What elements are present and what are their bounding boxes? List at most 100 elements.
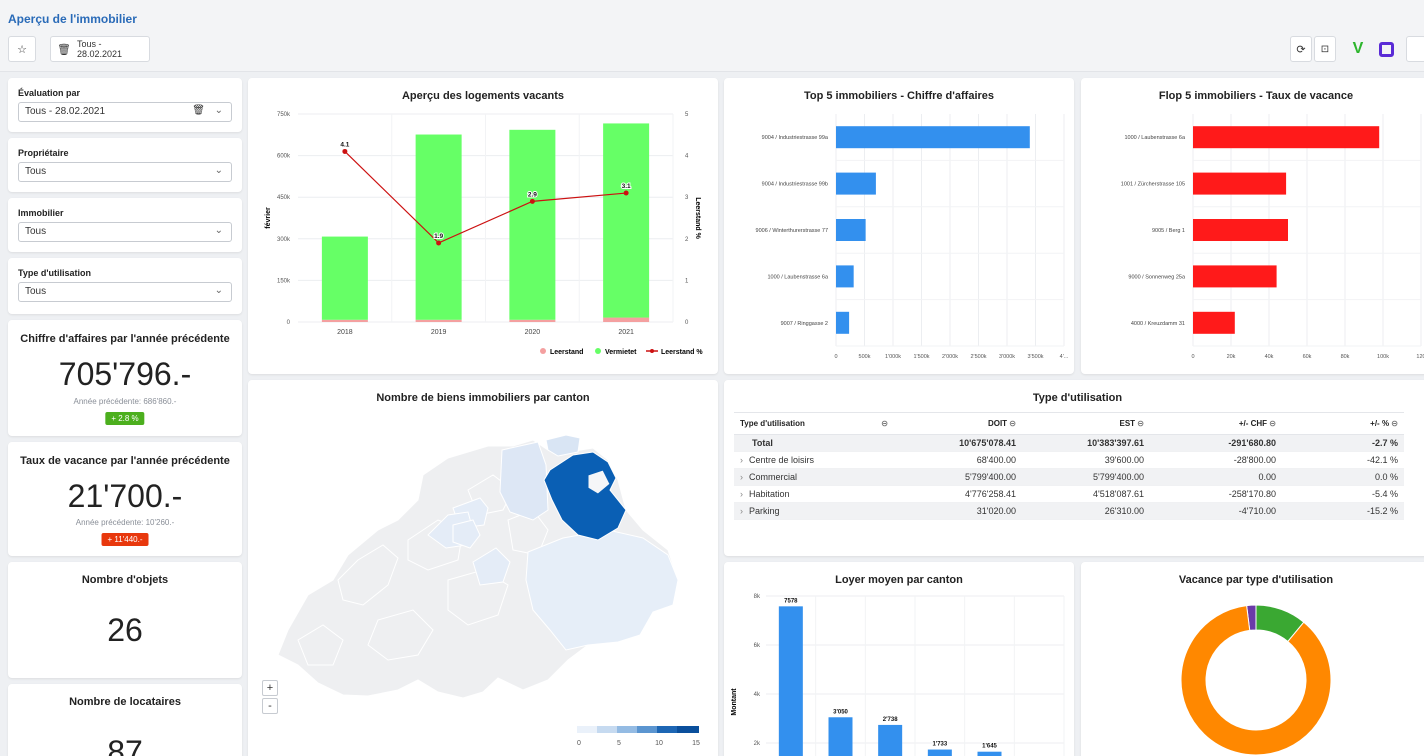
bar[interactable]: [927, 749, 952, 756]
kpi-value: 87: [107, 734, 143, 756]
line-point[interactable]: [342, 148, 348, 154]
evaluation-select[interactable]: Tous - 28.02.2021 🗑 ⌄: [18, 102, 232, 122]
bar-vermietet[interactable]: [509, 129, 556, 320]
trash-icon[interactable]: 🗑: [192, 105, 205, 116]
chart-view-button[interactable]: ⊡: [1314, 36, 1336, 62]
line-point[interactable]: [623, 190, 629, 196]
column-menu-icon[interactable]: ⊝: [1009, 419, 1016, 428]
bar-leerstand[interactable]: [603, 317, 650, 322]
bar[interactable]: [1193, 219, 1288, 241]
line-point[interactable]: [529, 198, 535, 204]
usage-type-select[interactable]: Tous ⌄: [18, 282, 232, 302]
bar-vermietet[interactable]: [603, 123, 650, 318]
legend-swatch-vermietet: [595, 348, 601, 354]
column-header-doit[interactable]: DOIT ⊝: [894, 412, 1022, 435]
switzerland-map[interactable]: 0 5 10 15: [248, 380, 718, 756]
cell-type: › Habitation: [734, 485, 894, 503]
column-menu-icon[interactable]: ⊝: [881, 419, 888, 428]
chevron-right-icon[interactable]: ›: [740, 489, 743, 499]
legend[interactable]: Leerstand Vermietet Leerstand %: [540, 348, 703, 356]
table-row[interactable]: › Parking 31'020.00 26'310.00 -4'710.00 -…: [734, 502, 1404, 520]
cell-doit: 68'400.00: [894, 451, 1022, 469]
bar[interactable]: [977, 751, 1002, 756]
zoom-out-button[interactable]: -: [262, 698, 278, 714]
scale-step: [677, 726, 699, 733]
bar[interactable]: [836, 172, 876, 195]
column-header-pct[interactable]: +/- % ⊝: [1282, 412, 1404, 435]
cell-est: 26'310.00: [1022, 502, 1150, 520]
owner-select[interactable]: Tous ⌄: [18, 162, 232, 182]
vacancy-overview-card: Aperçu des logements vacants 4.1 1.9 2.9 3.…: [248, 78, 718, 374]
bar[interactable]: [836, 219, 866, 241]
scale-step: [657, 726, 677, 733]
y-category-label: 1001 / Zürcherstrasse 105: [1121, 182, 1185, 188]
data-label: 4.1: [340, 141, 349, 148]
page-title: Aperçu de l'immobilier: [8, 12, 137, 26]
line-point[interactable]: [436, 240, 442, 246]
bar[interactable]: [836, 265, 854, 288]
bar[interactable]: [1193, 265, 1277, 288]
column-header-label: +/- CHF: [1238, 419, 1268, 428]
cell-est: 5'799'400.00: [1022, 468, 1150, 486]
bar-vermietet[interactable]: [321, 236, 368, 320]
bar-leerstand[interactable]: [415, 319, 462, 322]
favorite-button[interactable]: ☆: [8, 36, 36, 62]
vendor-square-button[interactable]: [1374, 36, 1398, 62]
kpi-vacancy-card: Taux de vacance par l'année précédente 2…: [8, 442, 242, 556]
y-category-label: 9000 / Sonnenweg 25a: [1128, 274, 1186, 280]
data-label: 2'738: [883, 717, 898, 723]
chevron-right-icon[interactable]: ›: [740, 472, 743, 482]
refresh-button[interactable]: ⟳: [1290, 36, 1312, 62]
table-row[interactable]: › Commercial 5'799'400.00 5'799'400.00 0.…: [734, 468, 1404, 486]
vendor-v-button[interactable]: V: [1346, 36, 1370, 62]
bar[interactable]: [828, 717, 853, 756]
zoom-in-button[interactable]: +: [262, 680, 278, 696]
property-select[interactable]: Tous ⌄: [18, 222, 232, 242]
period-button[interactable]: 🗑 Tous - 28.02.2021: [50, 36, 150, 62]
y-category-label: 9006 / Winterthurerstrasse 77: [756, 228, 828, 234]
y-tick-label: 6k: [754, 643, 761, 649]
column-menu-icon[interactable]: ⊝: [1137, 419, 1144, 428]
row-label: Commercial: [749, 472, 798, 482]
scale-step: [597, 726, 617, 733]
column-menu-icon[interactable]: ⊝: [1391, 419, 1398, 428]
table-row[interactable]: › Centre de loisirs 68'400.00 39'600.00 -…: [734, 451, 1404, 469]
bar-leerstand[interactable]: [509, 319, 556, 322]
bar[interactable]: [878, 724, 903, 756]
more-button[interactable]: [1406, 36, 1424, 62]
cell-est: 4'518'087.61: [1022, 485, 1150, 503]
vacancy-usage-card: Vacance par type d'utilisation: [1081, 562, 1424, 756]
flop5-card: Flop 5 immobiliers - Taux de vacance 0 20…: [1081, 78, 1424, 374]
chevron-right-icon[interactable]: ›: [740, 506, 743, 516]
refresh-icon: ⟳: [1296, 43, 1306, 56]
x-tick-label: 2018: [337, 329, 353, 336]
avg-rent-chart: Montant 8k 6k 4k 2k 7578 3'050 2'738 1'733 1'645…: [731, 594, 1065, 756]
bar[interactable]: [1193, 126, 1380, 149]
legend-label[interactable]: Leerstand: [550, 349, 583, 356]
bar[interactable]: [1193, 172, 1287, 195]
column-header-type[interactable]: Type d'utilisation ⊝: [734, 412, 894, 435]
data-label: 1.9: [434, 233, 443, 240]
x-tick-label: 80k: [1341, 354, 1350, 360]
x-tick-label: 4'...: [1060, 354, 1069, 360]
bar[interactable]: [836, 126, 1030, 149]
chevron-right-icon[interactable]: ›: [740, 455, 743, 465]
kpi-value: 26: [107, 612, 143, 648]
scale-tick: 0: [577, 740, 581, 747]
bar[interactable]: [1193, 311, 1235, 334]
column-header-chf[interactable]: +/- CHF ⊝: [1150, 412, 1282, 435]
column-header-est[interactable]: EST ⊝: [1022, 412, 1150, 435]
bar[interactable]: [836, 311, 850, 334]
select-value: Tous: [25, 166, 47, 177]
chevron-down-icon: ⌄: [214, 105, 223, 116]
kpi-change-badge: + 2.8 %: [105, 412, 145, 425]
legend-label[interactable]: Vermietet: [605, 349, 637, 356]
legend-label[interactable]: Leerstand %: [661, 349, 703, 356]
table-row[interactable]: › Habitation 4'776'258.41 4'518'087.61 -2…: [734, 485, 1404, 503]
column-menu-icon[interactable]: ⊝: [1269, 419, 1276, 428]
table-row-total[interactable]: Total 10'675'078.41 10'383'397.61 -291'6…: [734, 434, 1404, 452]
bar-leerstand[interactable]: [321, 319, 368, 322]
y-tick-label: 150k: [277, 278, 291, 284]
bar[interactable]: [778, 606, 803, 756]
row-label: Habitation: [749, 489, 790, 499]
